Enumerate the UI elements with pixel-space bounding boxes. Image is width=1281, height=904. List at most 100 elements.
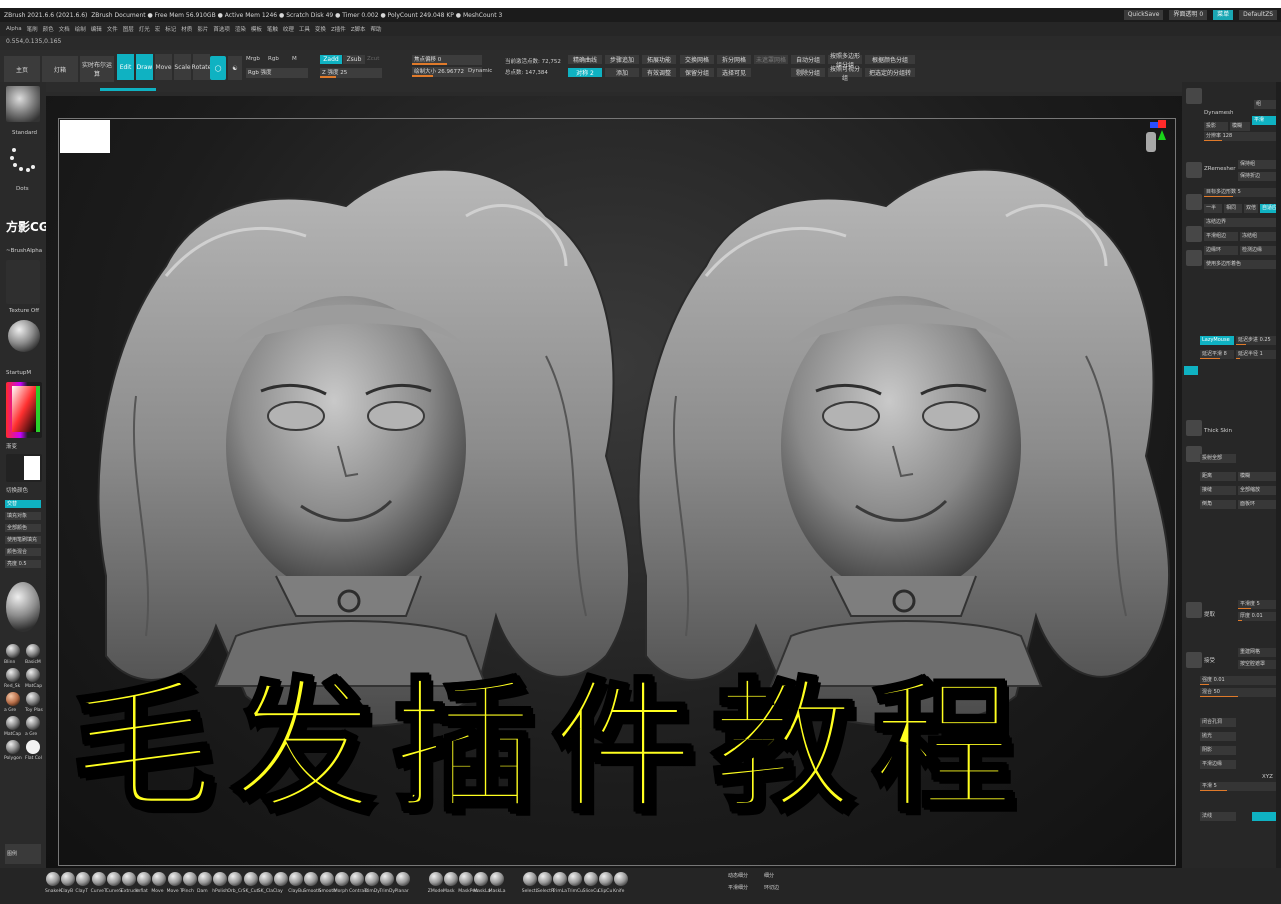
accept-toggle[interactable]	[1252, 812, 1276, 821]
brush-thumb[interactable]	[46, 872, 60, 886]
curve-strength-button[interactable]: 拓展功能	[642, 55, 676, 64]
matcap-material[interactable]	[26, 668, 40, 682]
brush-thumb[interactable]	[428, 872, 443, 886]
dynamic-toggle[interactable]: Dynamic	[468, 68, 492, 74]
freeze-groups-toggle[interactable]: 冻结组	[1240, 232, 1276, 241]
detect-edges-toggle[interactable]: 检测边缘	[1240, 246, 1276, 255]
seam-toggle[interactable]: 接缝	[1200, 486, 1236, 495]
same-button[interactable]: 相同	[1224, 204, 1242, 213]
accept-icon[interactable]	[1186, 652, 1202, 668]
bottom-subdivide-button[interactable]: 细分	[764, 872, 774, 880]
brush-thumb[interactable]	[350, 872, 364, 886]
bottom-dynamic-button[interactable]: 动态细分	[728, 872, 748, 880]
menu-item[interactable]: 文件	[107, 25, 118, 33]
menu-item[interactable]: 标记	[165, 25, 176, 33]
remesh-guide-icon[interactable]	[1186, 250, 1202, 266]
menu-item[interactable]: 图层	[123, 25, 134, 33]
brush-thumb[interactable]	[319, 872, 334, 886]
freeze-borders-toggle[interactable]: 冻结边界	[1204, 218, 1276, 227]
switch-color-label[interactable]: 切换颜色	[6, 486, 28, 494]
sphere-icon[interactable]: ◯	[210, 56, 226, 80]
new-section-button[interactable]: 保留分组	[680, 68, 714, 77]
smooth-groups-toggle[interactable]: 平滑组边	[1204, 232, 1238, 241]
rotate-button[interactable]: Rotate	[192, 54, 211, 80]
menu-item[interactable]: 渲染	[235, 25, 246, 33]
menu-item[interactable]: 笔刷	[27, 25, 38, 33]
alternate-button[interactable]: 交替	[5, 500, 41, 508]
grey-material[interactable]	[26, 716, 40, 730]
polish-toggle[interactable]: 抛光	[1200, 732, 1236, 741]
smooth-slider[interactable]: 平滑 5	[1200, 782, 1276, 791]
brush-thumb[interactable]	[598, 872, 613, 886]
brush-thumb[interactable]	[395, 872, 410, 886]
lightbox-button[interactable]: 灯箱	[42, 56, 78, 82]
thick-skin-icon[interactable]	[1186, 420, 1202, 436]
bottom-edge-loop-button[interactable]: 环切边	[764, 884, 779, 892]
project-all-button[interactable]: 投射全部	[1200, 454, 1236, 463]
brush-thumb[interactable]	[380, 872, 395, 886]
menu-item[interactable]: 绘制	[75, 25, 86, 33]
red-skin-material[interactable]	[6, 668, 20, 682]
brush-thumb[interactable]	[91, 872, 106, 886]
close-holes-toggle[interactable]: 闭合孔洞	[1200, 718, 1236, 727]
brush-thumb[interactable]	[228, 872, 243, 886]
brush-thumb[interactable]	[444, 872, 458, 886]
brush-thumb[interactable]	[167, 872, 182, 886]
scale-button[interactable]: Scale	[174, 54, 191, 80]
right-panel-scrollbar[interactable]	[1276, 82, 1281, 870]
yin-yang-icon[interactable]: ☯	[228, 56, 242, 80]
brush-thumb[interactable]	[258, 872, 273, 886]
lazy-smooth-slider[interactable]: 延迟平滑 8	[1200, 350, 1234, 359]
bevel-button[interactable]: 倒角	[1200, 500, 1236, 509]
lazy-step-slider[interactable]: 延迟步进 0.25	[1236, 336, 1276, 345]
brush-thumb[interactable]	[274, 872, 288, 886]
menu-item[interactable]: Z脚本	[351, 25, 366, 33]
standard-brush-thumb[interactable]	[6, 86, 40, 122]
half-button[interactable]: 一半	[1204, 204, 1222, 213]
brush-thumb[interactable]	[137, 872, 152, 886]
live-boolean-button[interactable]: 实时布尔运算	[80, 56, 114, 82]
color-mix-button[interactable]: 颜色混合	[5, 548, 41, 556]
distance-slider[interactable]: 距离	[1200, 472, 1236, 481]
brush-thumb[interactable]	[289, 872, 304, 886]
brush-thumb[interactable]	[583, 872, 598, 886]
focal-shift-slider[interactable]: 焦点偏移 0	[412, 55, 482, 65]
freeze-groups-icon[interactable]	[1186, 226, 1202, 242]
brush-thumb[interactable]	[122, 872, 136, 886]
menu-item[interactable]: 纹理	[283, 25, 294, 33]
basic-material[interactable]	[26, 644, 40, 658]
symmetry-button[interactable]: 对称 2	[568, 68, 602, 77]
mrgb-toggle[interactable]: Mrgb	[246, 56, 260, 62]
menu-item[interactable]: 帮助	[371, 25, 382, 33]
edit-button[interactable]: Edit	[117, 54, 134, 80]
brush-thumb[interactable]	[152, 872, 167, 886]
brush-thumb[interactable]	[522, 872, 537, 886]
menu-item[interactable]: 工具	[299, 25, 310, 33]
fill-layer-button[interactable]: 填充对象	[5, 512, 41, 520]
remesh-all-slider[interactable]: 重建网格	[1238, 648, 1276, 657]
gradient-label[interactable]: 渐变	[6, 442, 17, 450]
brush-thumb[interactable]	[182, 872, 197, 886]
see-through-slider[interactable]: 界面透明 0	[1169, 10, 1208, 20]
adapt-toggle[interactable]: 自适应	[1260, 204, 1276, 213]
use-polypaint-toggle[interactable]: 使用多边形着色	[1204, 260, 1276, 269]
resolution-slider[interactable]: 分辨率 128	[1204, 132, 1276, 141]
split-hidden-button[interactable]: 选择可见	[717, 68, 751, 77]
menu-item[interactable]: 影片	[197, 25, 208, 33]
zoom-all-button[interactable]: 全部缩放	[1238, 486, 1276, 495]
adapt-button[interactable]: 添加	[605, 68, 639, 77]
zcut-button[interactable]: Zcut	[367, 56, 379, 62]
main-secondary-color[interactable]	[6, 454, 42, 482]
brush-thumb[interactable]	[568, 872, 583, 886]
menu-item[interactable]: Z插件	[331, 25, 346, 33]
clear-color-button[interactable]: 全部颜色	[5, 524, 41, 532]
shadow-toggle[interactable]: 阴影	[1200, 746, 1236, 755]
brush-thumb[interactable]	[538, 872, 552, 886]
menu-item[interactable]: 变换	[315, 25, 326, 33]
panel-loops-button[interactable]: 面板环	[1238, 500, 1276, 509]
clip-button[interactable]: 交换网格	[680, 55, 714, 64]
intensity-slider[interactable]: 强度 0.01	[1200, 676, 1276, 685]
group-toggle[interactable]: 组	[1254, 100, 1276, 109]
smooth-curve-button[interactable]: 精确曲线	[568, 55, 602, 64]
lazy-mouse-toggle[interactable]: LazyMouse	[1200, 336, 1234, 345]
